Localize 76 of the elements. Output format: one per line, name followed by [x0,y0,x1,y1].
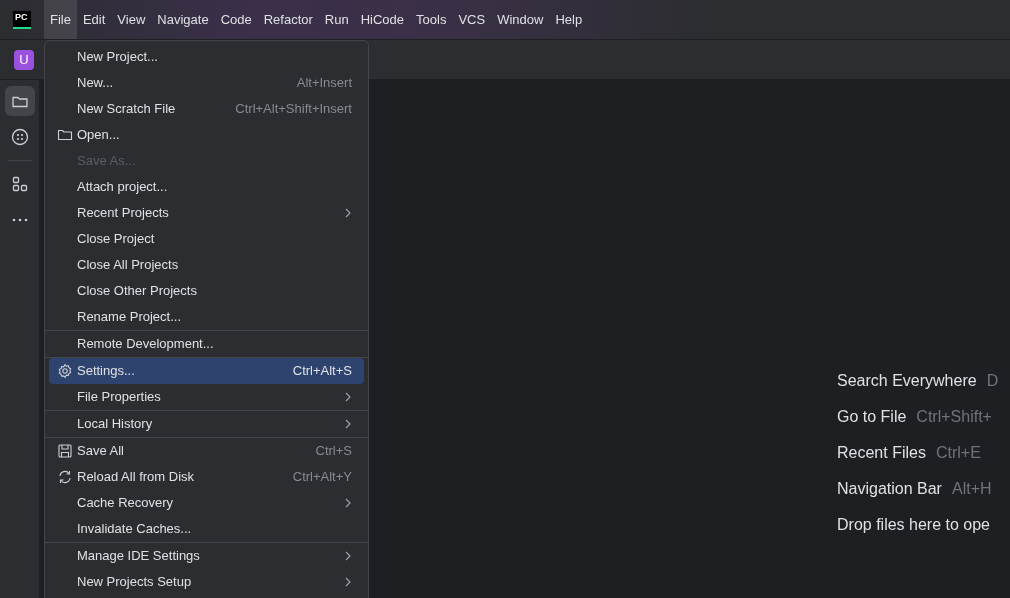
menu-item[interactable]: Recent Projects [49,200,364,226]
squares-icon [10,175,29,193]
shortcut-label: Ctrl+Alt+Y [292,468,352,487]
menu-item[interactable]: Run [318,0,355,39]
menu-item[interactable]: Cache Recovery [49,490,364,516]
menu-item-label: Local History [77,415,154,434]
menu-item-label: Reload All from Disk [77,468,196,487]
reload-icon [57,469,73,485]
hint-shortcut: Alt+H [951,479,992,499]
menu-item-label: Settings... [77,362,136,381]
menu-item[interactable]: Local History [49,411,364,437]
hint-action: Drop files here to ope [837,515,990,535]
menu-item-label: Close Project [77,230,156,249]
menu-item[interactable]: View [111,0,152,39]
menu-item-label: New Project... [77,48,159,67]
dotted-circle-icon [10,128,29,146]
menu-item[interactable]: Close Project [49,226,364,252]
hint-action: Go to File [837,407,907,427]
more-icon [11,218,28,222]
menu-item[interactable]: Open... [49,122,364,148]
menu-item-label: Recent Projects [77,204,170,223]
menu-item[interactable]: New Projects Setup [49,569,364,595]
menu-item-label: Attach project... [77,178,169,197]
menu-item[interactable]: Save All Ctrl+S [49,438,364,464]
menu-item-label: Remote Development... [77,335,215,354]
menu-item[interactable]: Navigate [151,0,215,39]
hint-shortcut: Ctrl+E [935,443,981,463]
menu-item[interactable]: Close Other Projects [49,278,364,304]
menu-item[interactable]: Tools [410,0,453,39]
menu-item[interactable]: New... Alt+Insert [49,70,364,96]
project-badge[interactable]: U [14,49,34,70]
hint-shortcut: D [986,371,999,391]
folder-icon [57,127,73,143]
menu-item[interactable]: Help [549,0,589,39]
shortcut-label: Ctrl+Alt+Shift+Insert [235,100,352,119]
shortcut-label: Alt+Insert [296,74,352,93]
menu-item-label: New... [77,74,115,93]
shortcut-label: Ctrl+Alt+S [292,362,352,381]
shortcut-label: Ctrl+S [315,442,352,461]
menu-item-label: Cache Recovery [77,494,175,513]
menu-item[interactable]: File [44,0,77,39]
menu-item[interactable]: Edit [76,0,112,39]
menu-item-label: New Scratch File [77,100,177,119]
menu-item-label: File Properties [77,388,162,407]
menu-item[interactable]: Rename Project... [49,304,364,330]
menu-item[interactable]: HiCode [354,0,411,39]
hint-shortcut: Ctrl+Shift+ [916,407,992,427]
hint-action: Navigation Bar [837,479,942,499]
menu-item[interactable]: Attach project... [49,174,364,200]
menu-item-label: Close Other Projects [77,282,198,301]
tool-window-button[interactable] [4,86,35,116]
menu-item-label: Close All Projects [77,256,180,275]
app-logo: PC [13,10,31,29]
menu-item[interactable]: Code [214,0,258,39]
menu-item[interactable]: Close All Projects [49,252,364,278]
menu-item[interactable]: File Properties [49,384,364,410]
menu-item[interactable]: New Scratch File Ctrl+Alt+Shift+Insert [49,96,364,122]
hint-action: Recent Files [837,443,926,463]
menu-item[interactable]: VCS [452,0,492,39]
menu-item-label: Open... [77,126,121,145]
menu-item[interactable]: Window [491,0,550,39]
menu-item-label: Save All [77,442,125,461]
menu-item[interactable]: Settings... Ctrl+Alt+S [49,358,364,384]
menu-item[interactable]: Refactor [257,0,319,39]
menu-item-label: Invalidate Caches... [77,520,193,539]
settings-icon [57,363,73,379]
menu-item-label: New Projects Setup [77,573,193,592]
menu-item[interactable]: Invalidate Caches... [49,516,364,542]
menu-item-label: Rename Project... [77,308,183,327]
menu-item[interactable]: Manage IDE Settings [49,543,364,569]
hint-action: Search Everywhere [837,371,977,391]
menu-item[interactable]: New Project... [49,44,364,70]
menu-item[interactable]: Remote Development... [49,331,364,357]
menu-item[interactable]: Reload All from Disk Ctrl+Alt+Y [49,464,364,490]
save-icon [57,443,73,459]
menu-item-label: Manage IDE Settings [77,547,201,566]
